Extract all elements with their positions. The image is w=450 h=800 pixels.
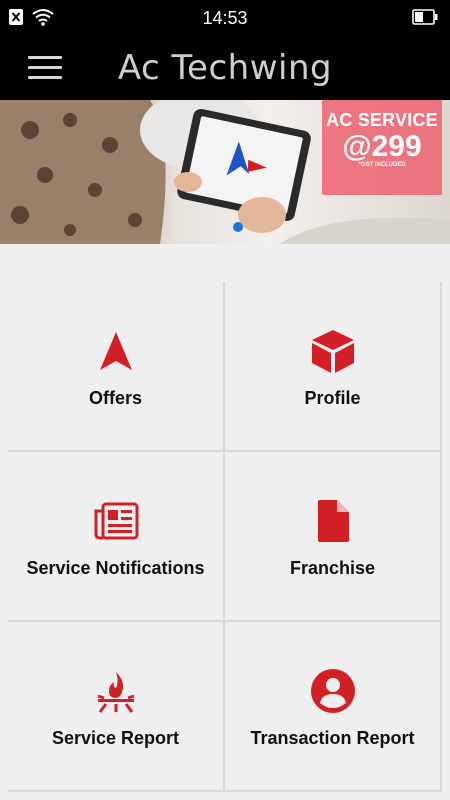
carousel-indicator[interactable] (233, 222, 243, 232)
status-bar: 14:53 (0, 0, 450, 36)
transaction-report-tile[interactable]: Transaction Report (225, 622, 442, 792)
newspaper-icon (94, 502, 138, 540)
battery-icon (412, 9, 438, 25)
service-report-tile[interactable]: Service Report (8, 622, 225, 792)
franchise-label: Franchise (289, 558, 376, 578)
fire-icon (97, 672, 134, 713)
profile-label: Profile (304, 388, 361, 408)
promo-title: AC SERVICE (326, 110, 438, 130)
profile-tile[interactable]: Profile (225, 282, 442, 452)
transaction-report-label: Transaction Report (250, 728, 415, 748)
offers-tile[interactable]: Offers (8, 282, 225, 452)
document-icon (317, 500, 349, 542)
cube-icon (311, 330, 354, 373)
service-report-label: Service Report (51, 728, 180, 748)
status-right (412, 9, 438, 30)
offers-label: Offers (88, 388, 142, 408)
promo-price: @299 (342, 130, 422, 163)
promo-badge: AC SERVICE @299 *GST INCLUDED (322, 100, 442, 195)
service-notifications-tile[interactable]: Service Notifications (8, 452, 225, 622)
promo-note: *GST INCLUDED (358, 162, 406, 168)
status-time: 14:53 (202, 8, 248, 28)
franchise-tile[interactable]: Franchise (225, 452, 442, 622)
app-bar: Ac Techwing (0, 36, 450, 100)
navigation-arrow-icon (99, 332, 132, 370)
promo-banner[interactable]: AC SERVICE @299 *GST INCLUDED (0, 100, 450, 244)
menu-grid: Offers Profile Service Notifications Fra… (8, 282, 442, 792)
app-title: Ac Techwing (117, 48, 333, 88)
service-notifications-label: Service Notifications (26, 558, 205, 578)
account-circle-icon (310, 669, 355, 713)
